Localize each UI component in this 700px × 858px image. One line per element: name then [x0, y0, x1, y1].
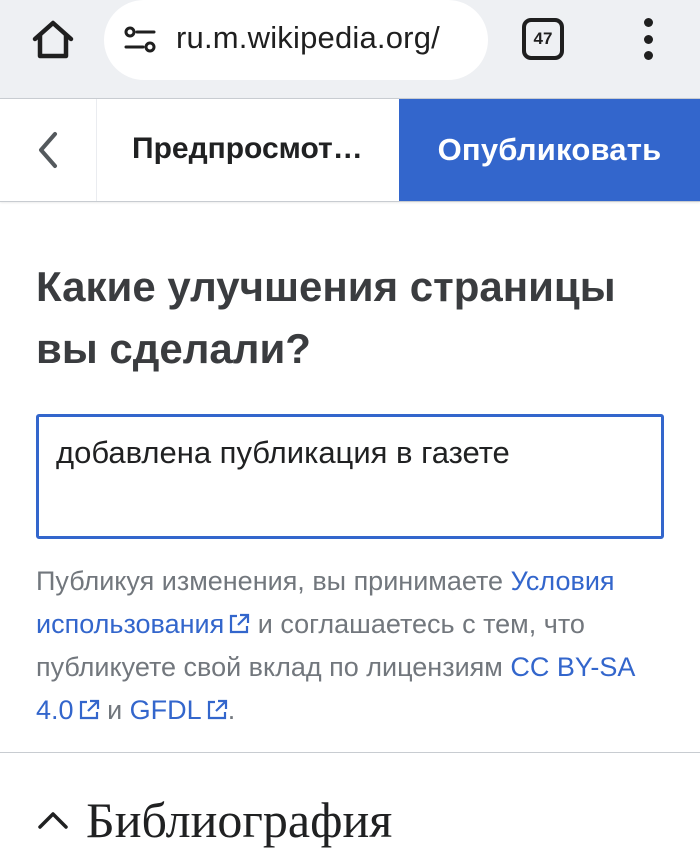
license-text-1: Публикуя изменения, вы принимаете	[36, 566, 504, 596]
more-vert-icon[interactable]	[632, 14, 664, 64]
license-notice: Публикуя изменения, вы принимаете Услови…	[36, 560, 676, 732]
license-text-4: .	[227, 695, 236, 725]
browser-toolbar: ru.m.wikipedia.org/ 47	[0, 0, 700, 98]
external-link-icon	[230, 613, 250, 634]
home-icon	[32, 20, 74, 59]
address-bar[interactable]: ru.m.wikipedia.org/	[104, 0, 488, 80]
summary-question: Какие улучшения страницы вы сделали?	[36, 263, 616, 372]
publish-button[interactable]: Опубликовать	[399, 99, 700, 201]
edit-summary-input[interactable]: добавлена публикация в газете	[36, 414, 664, 539]
chevron-up-icon	[38, 812, 68, 829]
editor-header: Предпросмот… Опубликовать	[0, 98, 700, 202]
section-title: Библиография	[86, 792, 393, 848]
tab-count: 47	[533, 29, 553, 48]
section-header-bibliography[interactable]: Библиография	[36, 790, 392, 850]
license-text-3: и	[107, 695, 123, 725]
external-link-icon	[79, 699, 99, 720]
home-button[interactable]	[28, 16, 78, 62]
chevron-left-icon	[39, 132, 57, 168]
tab-switcher-button[interactable]: 47	[522, 18, 564, 60]
divider	[0, 752, 700, 753]
site-settings-icon[interactable]	[122, 22, 158, 58]
back-button[interactable]	[0, 99, 97, 201]
url-text[interactable]: ru.m.wikipedia.org/	[176, 18, 440, 58]
page-title: Предпросмот…	[132, 132, 363, 165]
external-link-icon	[207, 699, 227, 720]
gfdl-link[interactable]: GFDL	[130, 695, 228, 725]
